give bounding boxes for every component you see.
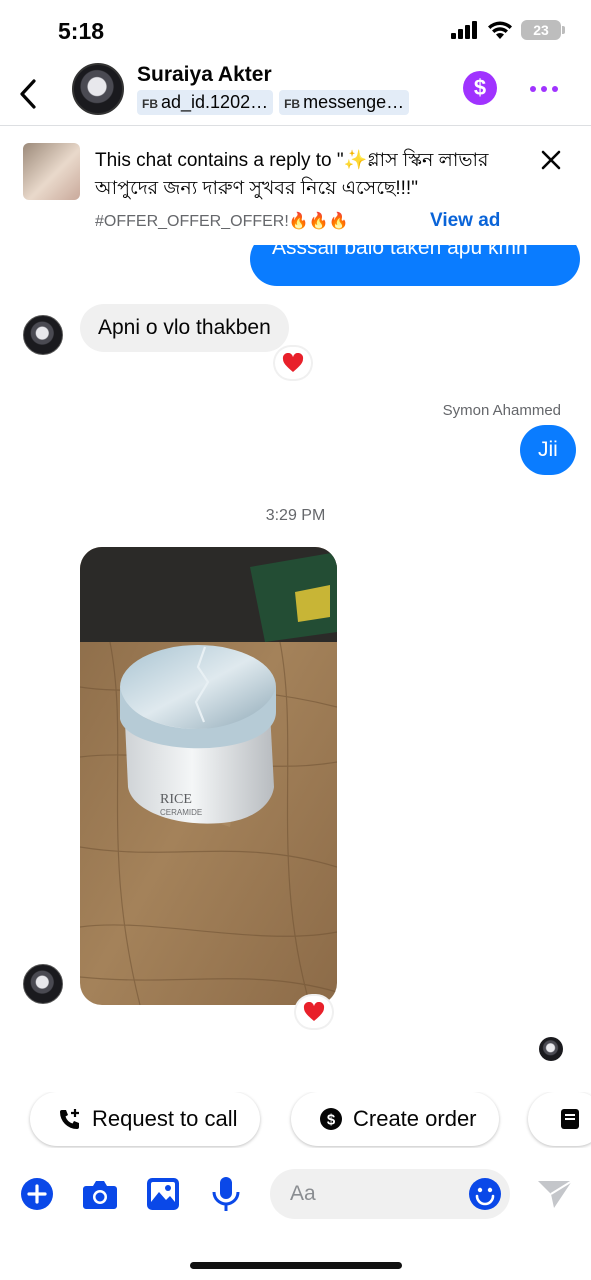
chip-label: ad_id.1202… — [161, 92, 269, 112]
status-bar: 5:18 23 — [0, 0, 591, 62]
sender-avatar[interactable] — [23, 315, 63, 355]
message-input-wrapper — [270, 1169, 510, 1219]
dollar-icon: $ — [473, 75, 487, 100]
status-time: 5:18 — [58, 18, 105, 44]
more-options-button[interactable] — [526, 74, 562, 104]
cellular-signal-icon — [451, 21, 477, 39]
contact-avatar[interactable] — [72, 63, 124, 115]
message-text: Jii — [538, 438, 558, 461]
ad-reply-text: This chat contains a reply to "✨গ্লাস স্… — [95, 150, 489, 199]
camera-icon — [83, 1181, 117, 1209]
ad-hashtags: #OFFER_OFFER_OFFER!🔥🔥🔥 — [95, 213, 349, 230]
ad-thumbnail[interactable] — [23, 143, 80, 200]
contact-name[interactable]: Suraiya Akter — [137, 63, 272, 87]
heart-reaction[interactable] — [296, 996, 332, 1028]
quick-reply-label: Request to call — [92, 1106, 238, 1131]
view-ad-link[interactable]: View ad — [430, 210, 500, 232]
battery-icon: 23 — [521, 20, 565, 40]
chat-header: Suraiya Akter FB ad_id.1202… FB messenge… — [0, 60, 591, 126]
messenger-chip[interactable]: FB messenge… — [279, 90, 410, 115]
photo-message[interactable]: RICE CERAMIDE — [80, 547, 337, 1005]
message-input[interactable] — [270, 1169, 450, 1219]
home-indicator — [190, 1262, 402, 1269]
ad-id-chip[interactable]: FB ad_id.1202… — [137, 90, 274, 115]
sender-avatar[interactable] — [23, 964, 63, 1004]
seen-receipt-avatar — [539, 1037, 563, 1061]
message-text: Apni o vlo thakben — [98, 316, 271, 339]
send-icon — [538, 1180, 573, 1208]
notes-button[interactable] — [528, 1092, 591, 1146]
heart-icon — [282, 353, 304, 372]
phone-plus-icon — [58, 1107, 82, 1131]
smiley-icon — [469, 1178, 501, 1210]
heart-reaction[interactable] — [275, 347, 311, 379]
message-composer — [0, 1160, 591, 1228]
close-banner-button[interactable] — [538, 147, 564, 173]
quick-actions-bar: Request to call $ Create order — [0, 1092, 591, 1148]
note-icon — [558, 1107, 582, 1131]
plus-circle-icon — [21, 1178, 53, 1210]
status-icons: 23 — [451, 20, 565, 40]
quick-reply-label: Create order — [353, 1106, 477, 1131]
fb-label: FB — [142, 97, 158, 111]
dollar-circle-icon: $ — [319, 1107, 343, 1131]
voice-button[interactable] — [208, 1176, 244, 1212]
microphone-icon — [212, 1177, 240, 1211]
jar-label-text: RICE — [160, 792, 192, 807]
chevron-left-icon — [20, 79, 36, 109]
back-button[interactable] — [14, 74, 44, 114]
heart-icon — [303, 1002, 325, 1021]
svg-text:$: $ — [327, 1112, 336, 1129]
ad-reply-banner: This chat contains a reply to "✨গ্লাস স্… — [0, 127, 591, 245]
gallery-button[interactable] — [145, 1176, 181, 1212]
camera-button[interactable] — [82, 1176, 118, 1212]
fb-label: FB — [284, 97, 301, 111]
image-icon — [147, 1178, 179, 1210]
incoming-message-bubble[interactable]: Apni o vlo thakben — [80, 304, 289, 352]
dot-icon — [552, 86, 558, 92]
send-button[interactable] — [535, 1176, 575, 1212]
emoji-button[interactable] — [468, 1177, 502, 1211]
dot-icon — [541, 86, 547, 92]
outgoing-message-bubble[interactable]: Jii — [520, 425, 576, 475]
jar-sub-label-text: CERAMIDE — [160, 808, 202, 817]
dot-icon — [530, 86, 536, 92]
header-chips: FB ad_id.1202… FB messenge… — [137, 90, 410, 115]
create-order-button[interactable]: $ Create order — [291, 1092, 499, 1146]
wifi-icon — [488, 21, 512, 39]
add-button[interactable] — [19, 1176, 55, 1212]
request-to-call-button[interactable]: Request to call — [30, 1092, 260, 1146]
payment-button[interactable]: $ — [463, 71, 497, 105]
chip-label: messenge… — [303, 92, 405, 112]
sender-name-label: Symon Ahammed — [442, 402, 561, 419]
product-photo: RICE CERAMIDE — [80, 547, 337, 1005]
close-icon — [541, 150, 561, 170]
message-timestamp: 3:29 PM — [265, 507, 326, 524]
